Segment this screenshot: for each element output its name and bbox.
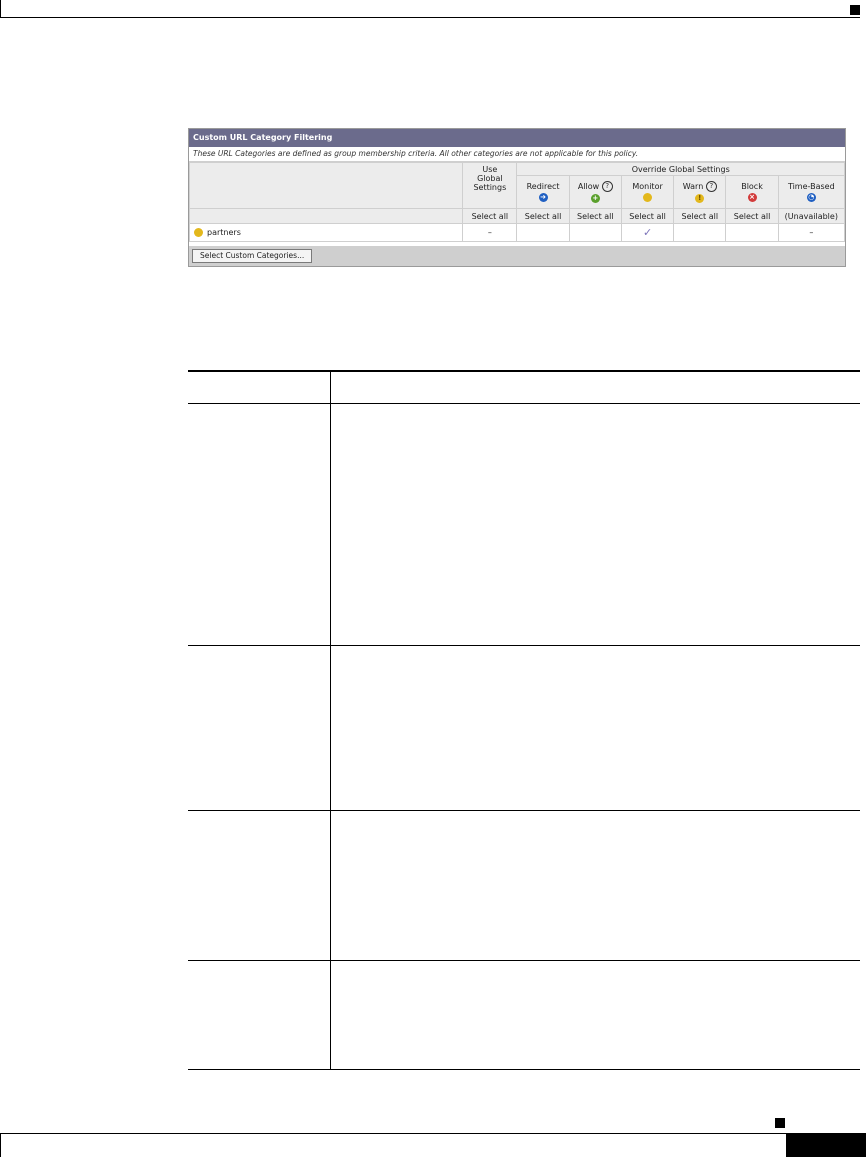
allow-label: Allow: [577, 182, 600, 191]
custom-url-category-panel: Custom URL Category Filtering These URL …: [188, 128, 846, 267]
select-row-spacer: [188, 208, 464, 224]
time-based-clock-icon: ◔: [806, 193, 816, 202]
desc-table-row-rule: [188, 960, 860, 961]
monitor-circle-icon: [643, 193, 653, 202]
redirect-label: Redirect: [526, 182, 560, 191]
warn-exclamation-icon: !: [695, 194, 705, 203]
page-footer-rule: [0, 1133, 866, 1157]
allow-cell[interactable]: [568, 223, 622, 242]
allow-plus-icon: +: [590, 194, 600, 203]
panel-title: Custom URL Category Filtering: [189, 129, 845, 147]
block-cell[interactable]: [725, 223, 779, 242]
allow-header: Allow ? +: [568, 175, 622, 209]
redirect-arrow-icon: ➜: [538, 193, 548, 202]
use-global-label-3: Settings: [473, 183, 507, 192]
block-x-icon: ×: [747, 193, 757, 202]
category-name-cell: partners: [188, 223, 464, 242]
time-based-unavailable: (Unavailable): [777, 208, 846, 224]
monitor-header: Monitor: [620, 175, 675, 209]
warn-help-icon[interactable]: ?: [705, 181, 717, 192]
use-global-header: Use Global Settings: [462, 162, 518, 209]
warn-cell[interactable]: [673, 223, 727, 242]
redirect-header: Redirect ➜: [516, 175, 570, 209]
footer-marker: [775, 1118, 785, 1128]
allow-help-icon[interactable]: ?: [601, 181, 613, 192]
override-group-header: Override Global Settings: [516, 162, 845, 176]
monitor-check-icon[interactable]: ✓: [620, 223, 675, 242]
desc-table-row-rule: [188, 645, 860, 646]
monitor-label: Monitor: [632, 182, 663, 191]
category-name: partners: [207, 228, 241, 237]
desc-table-column-rule: [330, 372, 331, 1070]
use-global-cell[interactable]: –: [462, 223, 518, 242]
table-row: partners – ✓ –: [188, 223, 846, 242]
header-marker: [850, 5, 860, 15]
time-based-cell: –: [777, 223, 846, 242]
warn-label: Warn: [682, 182, 704, 191]
use-global-label-1: Use: [482, 165, 498, 174]
use-global-label-2: Global: [477, 174, 503, 183]
category-name-header: [188, 162, 464, 209]
desc-table-top-rule: [188, 370, 860, 372]
block-select-all[interactable]: Select all: [725, 208, 779, 224]
redirect-select-all[interactable]: Select all: [516, 208, 570, 224]
page-header-rule: [0, 0, 860, 18]
desc-table-bottom-rule: [188, 1069, 860, 1070]
desc-table-header-rule: [188, 403, 860, 404]
block-label: Block: [741, 182, 763, 191]
use-global-select-all[interactable]: Select all: [462, 208, 518, 224]
block-header: Block ×: [725, 175, 779, 209]
panel-note: These URL Categories are defined as grou…: [189, 147, 845, 162]
category-table: Use Global Settings Override Global Sett…: [188, 162, 846, 242]
redirect-cell[interactable]: [516, 223, 570, 242]
footer-tab: [786, 1133, 866, 1157]
desc-table-row-rule: [188, 810, 860, 811]
time-based-label: Time-Based: [787, 182, 835, 191]
monitor-select-all[interactable]: Select all: [620, 208, 675, 224]
warn-header: Warn ? !: [673, 175, 727, 209]
time-based-header: Time-Based ◔: [777, 175, 846, 209]
select-custom-categories-button[interactable]: Select Custom Categories...: [192, 249, 313, 263]
panel-footer: Select Custom Categories...: [189, 246, 845, 266]
warn-select-all[interactable]: Select all: [673, 208, 727, 224]
monitor-status-icon: [194, 228, 203, 237]
allow-select-all[interactable]: Select all: [568, 208, 622, 224]
